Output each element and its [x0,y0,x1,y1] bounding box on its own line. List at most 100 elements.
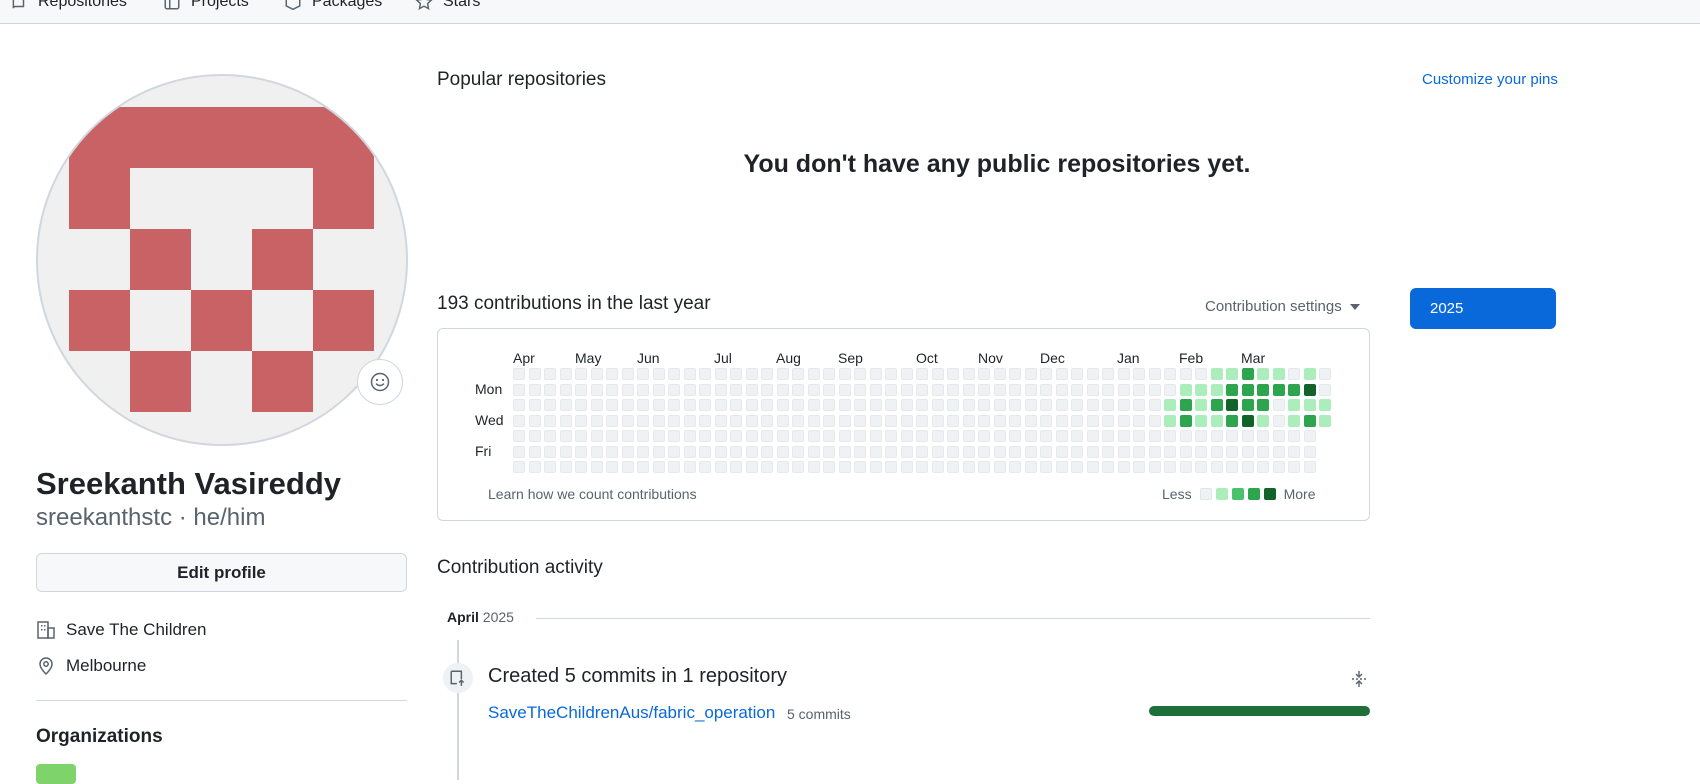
contribution-day[interactable] [1195,461,1207,473]
contribution-day[interactable] [714,399,727,411]
contribution-day[interactable] [1164,383,1176,396]
contribution-day[interactable] [1241,399,1254,411]
contribution-day[interactable] [776,399,789,411]
contribution-day[interactable] [513,399,525,411]
tab-stars[interactable]: Stars [415,0,480,11]
contribution-day[interactable] [668,368,680,380]
contribution-day[interactable] [1086,368,1099,380]
contribution-day[interactable] [1086,399,1099,411]
contribution-day[interactable] [931,414,944,427]
contribution-day[interactable] [730,414,742,427]
contribution-day[interactable] [606,368,618,380]
contribution-day[interactable] [900,368,913,380]
contribution-day[interactable] [885,430,897,442]
contribution-day[interactable] [1071,399,1083,411]
contribution-day[interactable] [761,414,773,427]
contribution-day[interactable] [621,461,634,473]
contribution-day[interactable] [838,368,851,380]
contribution-day[interactable] [1133,445,1145,458]
contribution-day[interactable] [869,430,882,442]
contribution-day[interactable] [1303,445,1316,458]
contribution-day[interactable] [714,368,727,380]
contribution-day[interactable] [1009,461,1021,473]
contribution-day[interactable] [978,399,990,411]
contribution-day[interactable] [606,414,618,427]
contribution-day[interactable] [869,414,882,427]
contribution-day[interactable] [559,399,572,411]
contribution-day[interactable] [792,414,804,427]
set-status-button[interactable] [357,359,403,405]
contribution-day[interactable] [1024,414,1037,427]
contribution-day[interactable] [1272,461,1285,473]
contribution-day[interactable] [1102,445,1114,458]
contribution-day[interactable] [1179,368,1192,380]
contribution-day[interactable] [1241,383,1254,396]
contribution-day[interactable] [823,414,835,427]
contribution-day[interactable] [1055,414,1068,427]
contribution-day[interactable] [575,383,587,396]
contribution-day[interactable] [559,383,572,396]
contribution-day[interactable] [590,414,603,427]
contribution-day[interactable] [962,461,975,473]
contribution-day[interactable] [900,414,913,427]
contribution-day[interactable] [792,383,804,396]
contribution-day[interactable] [606,430,618,442]
contribution-day[interactable] [1117,383,1130,396]
contribution-day[interactable] [1319,368,1331,380]
contribution-day[interactable] [683,368,696,380]
contribution-day[interactable] [1055,430,1068,442]
contribution-day[interactable] [962,383,975,396]
contribution-day[interactable] [1179,461,1192,473]
tab-projects[interactable]: Projects [163,0,249,11]
contribution-day[interactable] [544,445,556,458]
contribution-day[interactable] [1195,368,1207,380]
contribution-day[interactable] [1024,383,1037,396]
contribution-day[interactable] [652,399,665,411]
contribution-day[interactable] [962,399,975,411]
contribution-day[interactable] [1241,445,1254,458]
contribution-day[interactable] [1071,445,1083,458]
contribution-day[interactable] [885,368,897,380]
contribution-day[interactable] [714,383,727,396]
contribution-day[interactable] [1009,430,1021,442]
year-button-2025[interactable]: 2025 [1410,288,1556,329]
contribution-day[interactable] [652,414,665,427]
contribution-day[interactable] [575,368,587,380]
contribution-day[interactable] [621,414,634,427]
contribution-day[interactable] [606,461,618,473]
contribution-day[interactable] [1303,399,1316,411]
contribution-day[interactable] [1210,368,1223,380]
contribution-day[interactable] [575,430,587,442]
contribution-day[interactable] [699,461,711,473]
contribution-day[interactable] [838,461,851,473]
organization-avatar[interactable] [36,764,76,784]
contribution-day[interactable] [807,414,820,427]
contribution-day[interactable] [761,430,773,442]
contribution-day[interactable] [1102,399,1114,411]
contribution-day[interactable] [559,414,572,427]
contribution-day[interactable] [931,445,944,458]
contribution-day[interactable] [900,383,913,396]
contribution-day[interactable] [559,368,572,380]
contribution-day[interactable] [1055,399,1068,411]
contribution-day[interactable] [869,399,882,411]
contribution-day[interactable] [683,383,696,396]
contribution-day[interactable] [900,399,913,411]
contribution-day[interactable] [947,430,959,442]
contribution-day[interactable] [1117,445,1130,458]
contribution-day[interactable] [1303,461,1316,473]
contribution-day[interactable] [699,414,711,427]
contribution-day[interactable] [528,445,541,458]
contribution-day[interactable] [575,461,587,473]
contribution-day[interactable] [993,445,1006,458]
contribution-day[interactable] [1055,383,1068,396]
contribution-day[interactable] [699,399,711,411]
contribution-day[interactable] [1195,430,1207,442]
contribution-day[interactable] [916,368,928,380]
contribution-day[interactable] [1055,461,1068,473]
contribution-day[interactable] [606,383,618,396]
contribution-day[interactable] [885,461,897,473]
contribution-day[interactable] [885,383,897,396]
contribution-day[interactable] [745,445,758,458]
contribution-day[interactable] [1164,414,1176,427]
